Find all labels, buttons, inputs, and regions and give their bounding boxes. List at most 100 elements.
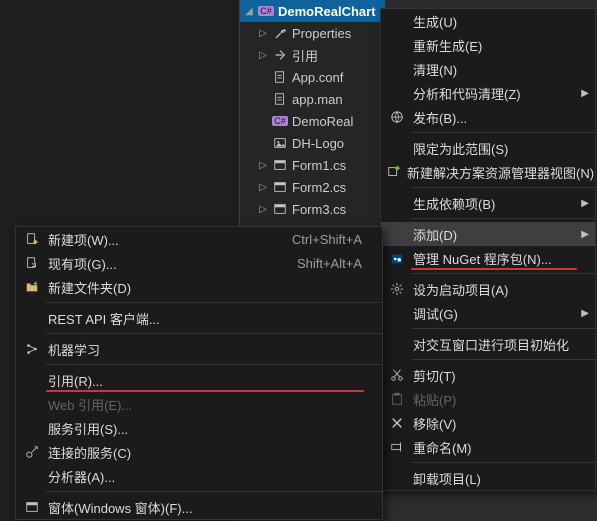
tree-label: Properties	[292, 26, 351, 41]
blank-icon	[387, 225, 407, 243]
menu-item[interactable]: 对交互窗口进行项目初始化	[381, 332, 595, 356]
menu-item[interactable]: 连接的服务(C)	[16, 440, 382, 464]
submenu-arrow-icon: ▶	[581, 229, 589, 240]
menu-item[interactable]: 设为启动项目(A)	[381, 277, 595, 301]
newview-icon	[387, 163, 401, 181]
menu-item[interactable]: 限定为此范围(S)	[381, 136, 595, 160]
tree-item[interactable]: App.conf	[240, 66, 385, 88]
newfolder-icon	[22, 278, 42, 296]
menu-item: 粘贴(P)	[381, 387, 595, 411]
menu-item-label: 清理(N)	[413, 60, 575, 79]
solution-explorer-tree[interactable]: ◢ C# DemoRealChart ▷Properties▷引用App.con…	[240, 0, 385, 242]
menu-item[interactable]: 分析和代码清理(Z) ▶	[381, 81, 595, 105]
menu-item[interactable]: 发布(B)...	[381, 105, 595, 129]
cfg-icon	[272, 91, 288, 107]
C#-icon: C#	[272, 113, 288, 129]
menu-item[interactable]: 管理 NuGet 程序包(N)...	[381, 246, 595, 270]
menu-separator	[411, 462, 595, 463]
menu-item-label: 现有项(G)...	[48, 254, 273, 273]
menu-item-label: 分析和代码清理(Z)	[413, 84, 575, 103]
menu-item[interactable]: 引用(R)...	[16, 368, 382, 392]
form-icon	[272, 179, 288, 195]
menu-item[interactable]: 生成依赖项(B)▶	[381, 191, 595, 215]
menu-item[interactable]: 清理(N)	[381, 57, 595, 81]
menu-item[interactable]: 调试(G)▶	[381, 301, 595, 325]
menu-shortcut: Ctrl+Shift+A	[292, 232, 362, 247]
menu-item[interactable]: 窗体(Windows 窗体)(F)...	[16, 495, 382, 519]
menu-item[interactable]: REST API 客户端...	[16, 306, 382, 330]
menu-item[interactable]: 移除(V)	[381, 411, 595, 435]
menu-separator	[411, 273, 595, 274]
menu-separator	[411, 328, 595, 329]
tree-item[interactable]: DH-Logo	[240, 132, 385, 154]
menu-item-label: 卸载项目(L)	[413, 469, 575, 488]
blank-icon	[22, 309, 42, 327]
chevron-right-icon: ▷	[258, 160, 268, 171]
menu-item[interactable]: 新建项(W)...Ctrl+Shift+A	[16, 227, 382, 251]
menu-item-label: 机器学习	[48, 340, 362, 359]
tree-item[interactable]: ▷Form3.cs	[240, 198, 385, 220]
tree-label: DemoRealChart	[278, 4, 376, 19]
nuget-icon	[387, 249, 407, 267]
tree-item[interactable]: ▷Properties	[240, 22, 385, 44]
menu-item-label: 添加(D)	[413, 225, 575, 244]
menu-item[interactable]: 新建解决方案资源管理器视图(N)	[381, 160, 595, 184]
blank-icon	[387, 335, 407, 353]
publish-icon	[387, 108, 407, 126]
tree-label: Form2.cs	[292, 180, 346, 195]
blank-icon	[387, 84, 407, 102]
img-icon	[272, 135, 288, 151]
chevron-right-icon: ▷	[258, 182, 268, 193]
wrench-icon	[272, 25, 288, 41]
tree-item[interactable]: ▷Form1.cs	[240, 154, 385, 176]
menu-item[interactable]: 现有项(G)... Shift+Alt+A	[16, 251, 382, 275]
menu-item[interactable]: 重命名(M)	[381, 435, 595, 459]
menu-item-label: 对交互窗口进行项目初始化	[413, 335, 575, 354]
tree-item[interactable]: app.man	[240, 88, 385, 110]
menu-item[interactable]: 生成(U)	[381, 9, 595, 33]
blank-icon	[22, 371, 42, 389]
tree-label: DH-Logo	[292, 136, 344, 151]
menu-item[interactable]: 卸载项目(L)	[381, 466, 595, 490]
blank-icon	[387, 304, 407, 322]
add-submenu[interactable]: 新建项(W)...Ctrl+Shift+A 现有项(G)... Shift+Alt+…	[15, 226, 383, 520]
blank-icon	[22, 395, 42, 413]
tree-label: Form3.cs	[292, 202, 346, 217]
ml-icon	[22, 340, 42, 358]
tree-item[interactable]: ▷ Form2.cs	[240, 176, 385, 198]
tree-item[interactable]: ▷引用	[240, 44, 385, 66]
menu-item[interactable]: 服务引用(S)...	[16, 416, 382, 440]
tree-label: app.man	[292, 92, 343, 107]
submenu-arrow-icon: ▶	[581, 88, 589, 99]
menu-item[interactable]: 重新生成(E)	[381, 33, 595, 57]
existitem-icon	[22, 254, 42, 272]
menu-item[interactable]: 新建文件夹(D)	[16, 275, 382, 299]
menu-item-label: 移除(V)	[413, 414, 575, 433]
menu-item[interactable]: 剪切(T)	[381, 363, 595, 387]
menu-item-label: 窗体(Windows 窗体)(F)...	[48, 498, 362, 517]
menu-item[interactable]: 机器学习	[16, 337, 382, 361]
blank-icon	[387, 469, 407, 487]
menu-item-label: Web 引用(E)...	[48, 395, 362, 414]
menu-separator	[411, 132, 595, 133]
menu-item-label: 设为启动项目(A)	[413, 280, 575, 299]
cfg-icon	[272, 69, 288, 85]
tree-label: DemoReal	[292, 114, 353, 129]
menu-item-label: 分析器(A)...	[48, 467, 362, 486]
blank-icon	[22, 419, 42, 437]
project-context-menu[interactable]: 生成(U) 重新生成(E) 清理(N) 分析和代码清理(Z) ▶ 发布(B)... 限定为此…	[380, 8, 596, 491]
menu-shortcut: Shift+Alt+A	[297, 256, 362, 271]
menu-item-label: 生成(U)	[413, 12, 575, 31]
connsvc-icon	[22, 443, 42, 461]
menu-item: Web 引用(E)...	[16, 392, 382, 416]
tree-item[interactable]: C# DemoReal	[240, 110, 385, 132]
menu-item[interactable]: 添加(D) ▶	[381, 222, 595, 246]
menu-separator	[46, 491, 382, 492]
tree-project-root[interactable]: ◢ C# DemoRealChart	[240, 0, 385, 22]
menu-item-label: 管理 NuGet 程序包(N)...	[413, 249, 575, 268]
paste-icon	[387, 390, 407, 408]
menu-item[interactable]: 分析器(A)...	[16, 464, 382, 488]
newitem-icon	[22, 230, 42, 248]
menu-separator	[46, 302, 382, 303]
blank-icon	[387, 12, 407, 30]
